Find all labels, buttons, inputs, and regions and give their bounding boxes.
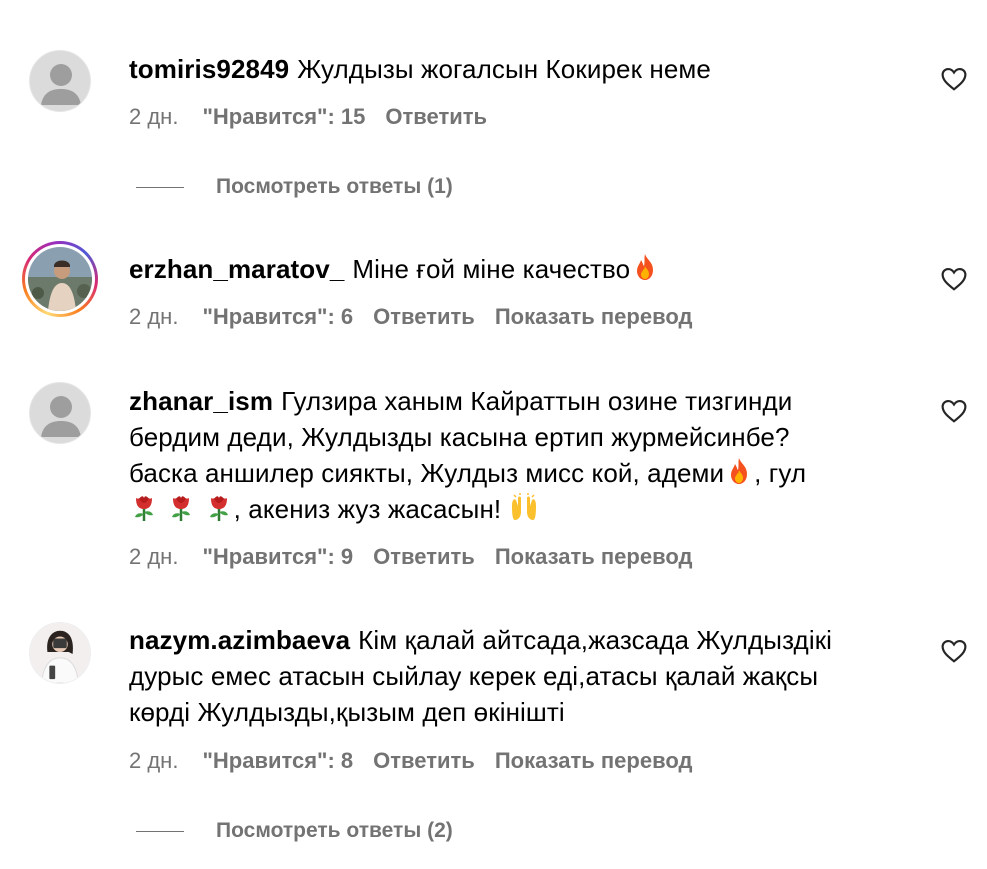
comment-meta: 2 дн. "Нравится": 9 Ответить Показать перев… — [129, 544, 712, 570]
avatar[interactable] — [29, 50, 91, 112]
comment-text: zhanar_ism Гулзира ханым Кайраттын озине … — [129, 383, 909, 527]
view-replies-label: Посмотреть ответы (2) — [216, 819, 453, 842]
comment-body: Жулдызы жогалсын Кокирек неме — [297, 54, 711, 84]
fire-emoji — [724, 456, 754, 486]
show-translation-button[interactable]: Показать перевод — [495, 748, 693, 773]
comment-meta: 2 дн. "Нравится": 15 Ответить — [129, 104, 507, 130]
view-replies-button[interactable]: Посмотреть ответы (2) — [136, 819, 453, 843]
reply-button[interactable]: Ответить — [373, 304, 475, 329]
profile-photo — [28, 247, 92, 311]
like-heart-icon[interactable] — [941, 67, 967, 91]
reply-button[interactable]: Ответить — [385, 104, 487, 129]
comment-body-line: Кім қалай айтсада,жазсада Жулдыздікі — [358, 625, 833, 655]
comment-age: 2 дн. — [129, 748, 179, 773]
likes-count[interactable]: "Нравится": 9 — [202, 544, 353, 569]
likes-count[interactable]: "Нравится": 15 — [202, 104, 365, 129]
rose-emoji — [204, 492, 234, 522]
replies-divider-line — [136, 186, 184, 188]
comment-meta: 2 дн. "Нравится": 8 Ответить Показать перев… — [129, 748, 712, 774]
show-translation-button[interactable]: Показать перевод — [495, 304, 693, 329]
like-heart-icon[interactable] — [941, 399, 967, 423]
comment-age: 2 дн. — [129, 104, 179, 129]
comment-body-line: Гулзира ханым Кайраттын озине тизгинди — [281, 386, 793, 416]
comment-text: erzhan_maratov_ Міне ғой міне качество — [129, 251, 909, 287]
comment-body: Міне ғой міне качество — [352, 254, 631, 284]
comment-username[interactable]: nazym.azimbaeva — [129, 625, 350, 655]
default-avatar-icon — [41, 396, 81, 437]
raised-hands-emoji — [509, 492, 539, 522]
likes-count[interactable]: "Нравится": 6 — [202, 304, 353, 329]
avatar[interactable] — [29, 622, 91, 684]
default-avatar-icon — [41, 64, 81, 105]
rose-emoji — [166, 492, 196, 522]
like-heart-icon[interactable] — [941, 267, 967, 291]
comment-body-line: , гул — [754, 458, 807, 488]
comment-body-line: көрді Жулдызды,қызым деп өкінішті — [129, 697, 565, 727]
comment-username[interactable]: erzhan_maratov_ — [129, 254, 344, 284]
likes-count[interactable]: "Нравится": 8 — [202, 748, 353, 773]
show-translation-button[interactable]: Показать перевод — [495, 544, 693, 569]
replies-divider-line — [136, 830, 184, 832]
comment-age: 2 дн. — [129, 304, 179, 329]
fire-emoji — [630, 252, 660, 282]
rose-emoji — [129, 492, 159, 522]
avatar-photo — [28, 247, 92, 311]
comment-text: nazym.azimbaeva Кім қалай айтсада,жазсада… — [129, 622, 909, 730]
comment-age: 2 дн. — [129, 544, 179, 569]
comment-text: tomiris92849 Жулдызы жогалсын Кокирек нем… — [129, 51, 909, 87]
comment-meta: 2 дн. "Нравится": 6 Ответить Показать перев… — [129, 304, 712, 330]
reply-button[interactable]: Ответить — [373, 544, 475, 569]
comment-body-line: , акениз жуз жасасын! — [233, 494, 502, 524]
reply-button[interactable]: Ответить — [373, 748, 475, 773]
comment-username[interactable]: tomiris92849 — [129, 54, 289, 84]
like-heart-icon[interactable] — [941, 639, 967, 663]
avatar[interactable] — [29, 382, 91, 444]
comment-username[interactable]: zhanar_ism — [129, 386, 273, 416]
comment-body-line: баска аншилер сиякты, Жулдыз мисс кой, а… — [129, 458, 725, 488]
avatar-story-ring[interactable] — [22, 241, 98, 317]
view-replies-label: Посмотреть ответы (1) — [216, 175, 453, 198]
view-replies-button[interactable]: Посмотреть ответы (1) — [136, 175, 453, 199]
comment-body-line: бердим деди, Жулдызды касына ертип журме… — [129, 422, 790, 452]
profile-photo — [30, 623, 90, 683]
comment-body-line: дурыс емес атасын сыйлау керек еді,атасы… — [129, 661, 819, 691]
